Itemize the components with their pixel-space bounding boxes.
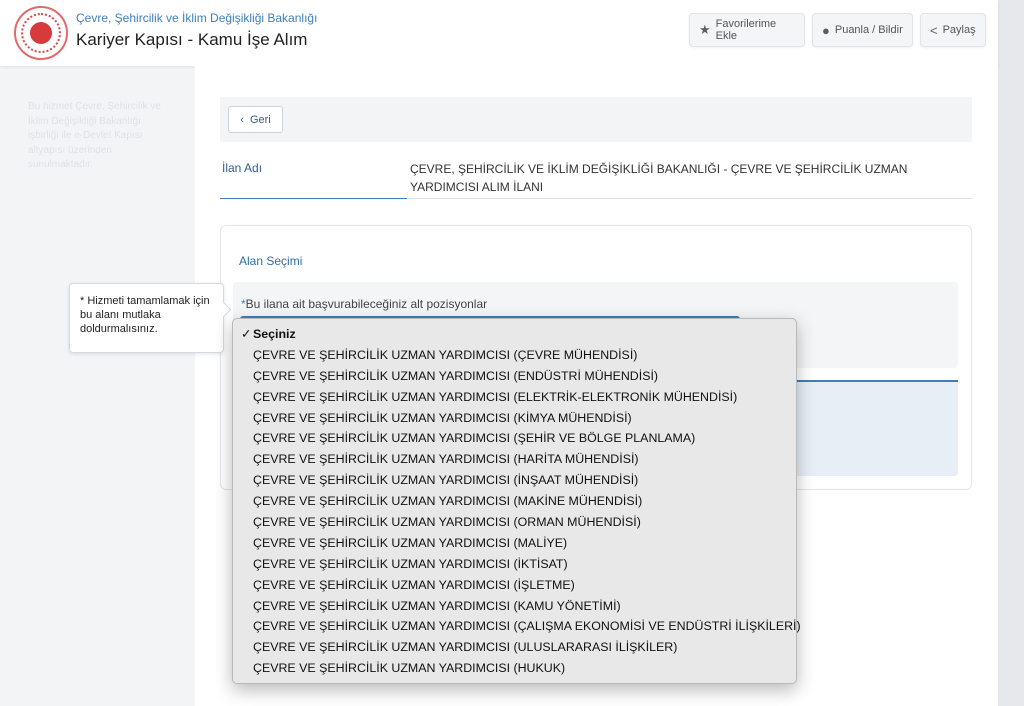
dropdown-option-label: ÇEVRE VE ŞEHİRCİLİK UZMAN YARDIMCISI (ŞE…: [253, 431, 696, 446]
dropdown-option[interactable]: ÇEVRE VE ŞEHİRCİLİK UZMAN YARDIMCISI (OR…: [233, 512, 796, 533]
rate-report-label: Puanla / Bildir: [834, 24, 903, 36]
dropdown-option-label: ÇEVRE VE ŞEHİRCİLİK UZMAN YARDIMCISI (EN…: [253, 368, 659, 383]
dropdown-option-label: ÇEVRE VE ŞEHİRCİLİK UZMAN YARDIMCISI (OR…: [253, 515, 641, 530]
dropdown-option-label: ÇEVRE VE ŞEHİRCİLİK UZMAN YARDIMCISI (HA…: [253, 452, 639, 467]
ilan-name-label: İlan Adı: [222, 161, 263, 175]
checkmark-icon: ✓: [241, 327, 252, 341]
dropdown-option[interactable]: ✓ Seçiniz: [233, 324, 796, 345]
dropdown-option[interactable]: ÇEVRE VE ŞEHİRCİLİK UZMAN YARDIMCISI (KA…: [233, 596, 796, 617]
dropdown-option[interactable]: ÇEVRE VE ŞEHİRCİLİK UZMAN YARDIMCISI (İN…: [233, 470, 796, 491]
asterisk-icon: *: [80, 295, 85, 307]
ministry-name[interactable]: Çevre, Şehircilik ve İklim Değişikliği B…: [76, 11, 317, 25]
dropdown-option[interactable]: ÇEVRE VE ŞEHİRCİLİK UZMAN YARDIMCISI (İK…: [233, 554, 796, 575]
dropdown-option-label: ÇEVRE VE ŞEHİRCİLİK UZMAN YARDIMCISI (Kİ…: [253, 410, 632, 425]
page-header: Çevre, Şehircilik ve İklim Değişikliği B…: [0, 0, 998, 66]
chevron-left-icon: ‹: [240, 113, 244, 126]
required-tooltip-text: Hizmeti tamamlamak için bu alanı mutlaka…: [80, 295, 210, 335]
right-scroll-gutter: [998, 0, 1024, 706]
dropdown-option[interactable]: ÇEVRE VE ŞEHİRCİLİK UZMAN YARDIMCISI (ÇA…: [233, 616, 801, 637]
ilan-label-underline: [220, 198, 407, 199]
dropdown-option-label: ÇEVRE VE ŞEHİRCİLİK UZMAN YARDIMCISI (ÇA…: [253, 619, 801, 634]
dropdown-option-label: ÇEVRE VE ŞEHİRCİLİK UZMAN YARDIMCISI (ÇE…: [253, 347, 638, 362]
speech-bubble-icon: ●: [822, 22, 830, 38]
required-tooltip: * Hizmeti tamamlamak için bu alanı mutla…: [69, 283, 224, 353]
dropdown-option-label: ÇEVRE VE ŞEHİRCİLİK UZMAN YARDIMCISI (HU…: [253, 661, 566, 676]
dropdown-option-label: ÇEVRE VE ŞEHİRCİLİK UZMAN YARDIMCISI (MA…: [253, 494, 643, 509]
dropdown-option[interactable]: ÇEVRE VE ŞEHİRCİLİK UZMAN YARDIMCISI (İŞ…: [233, 575, 796, 596]
service-provider-note: Bu hizmet Çevre, Şehircilik ve İklim Değ…: [28, 101, 161, 170]
dropdown-option[interactable]: ÇEVRE VE ŞEHİRCİLİK UZMAN YARDIMCISI (UL…: [233, 637, 796, 658]
dropdown-option-label: Seçiniz: [253, 327, 296, 341]
rate-report-button[interactable]: ● Puanla / Bildir: [812, 13, 913, 47]
section-title: Alan Seçimi: [239, 254, 303, 268]
add-favorites-label: Favorilerime Ekle: [715, 18, 777, 42]
dropdown-option-label: ÇEVRE VE ŞEHİRCİLİK UZMAN YARDIMCISI (UL…: [253, 640, 678, 655]
logo-core: [30, 22, 52, 44]
dropdown-option-label: ÇEVRE VE ŞEHİRCİLİK UZMAN YARDIMCISI (İN…: [253, 473, 639, 488]
dropdown-option-label: ÇEVRE VE ŞEHİRCİLİK UZMAN YARDIMCISI (İŞ…: [253, 577, 575, 592]
share-button[interactable]: < Paylaş: [920, 13, 986, 47]
star-icon: ★: [699, 22, 711, 37]
back-bar: [220, 97, 972, 142]
position-field-label: *Bu ilana ait başvurabileceğiniz alt poz…: [241, 297, 487, 311]
back-label: Geri: [249, 113, 271, 126]
share-label: Paylaş: [942, 24, 976, 36]
dropdown-option[interactable]: ÇEVRE VE ŞEHİRCİLİK UZMAN YARDIMCISI (Kİ…: [233, 408, 796, 429]
dropdown-option[interactable]: ÇEVRE VE ŞEHİRCİLİK UZMAN YARDIMCISI (HU…: [233, 658, 796, 679]
share-icon: <: [930, 22, 938, 38]
ilan-value-underline: [407, 198, 972, 199]
dropdown-option-label: ÇEVRE VE ŞEHİRCİLİK UZMAN YARDIMCISI (MA…: [253, 535, 568, 550]
position-select-dropdown[interactable]: ✓ Seçiniz ÇEVRE VE ŞEHİRCİLİK UZMAN YARDI…: [232, 318, 801, 684]
back-button[interactable]: ‹ Geri: [228, 106, 283, 133]
ilan-name-value: ÇEVRE, ŞEHİRCİLİK VE İKLİM DEĞİŞİKLİĞİ B…: [410, 162, 908, 194]
service-title: Kariyer Kapısı - Kamu İşe Alım: [76, 30, 308, 49]
dropdown-option[interactable]: ÇEVRE VE ŞEHİRCİLİK UZMAN YARDIMCISI (EN…: [233, 366, 796, 387]
dropdown-option-label: ÇEVRE VE ŞEHİRCİLİK UZMAN YARDIMCISI (EL…: [253, 389, 738, 404]
dropdown-option[interactable]: ÇEVRE VE ŞEHİRCİLİK UZMAN YARDIMCISI (HA…: [233, 449, 796, 470]
dropdown-option-label: ÇEVRE VE ŞEHİRCİLİK UZMAN YARDIMCISI (KA…: [253, 598, 621, 613]
dropdown-option[interactable]: ÇEVRE VE ŞEHİRCİLİK UZMAN YARDIMCISI (ŞE…: [233, 428, 796, 449]
dropdown-option[interactable]: ÇEVRE VE ŞEHİRCİLİK UZMAN YARDIMCISI (MA…: [233, 491, 796, 512]
dropdown-option[interactable]: ÇEVRE VE ŞEHİRCİLİK UZMAN YARDIMCISI (EL…: [233, 387, 796, 408]
position-field-label-text: Bu ilana ait başvurabileceğiniz alt pozi…: [245, 297, 488, 311]
dropdown-option[interactable]: ÇEVRE VE ŞEHİRCİLİK UZMAN YARDIMCISI (MA…: [233, 533, 796, 554]
dropdown-option-label: ÇEVRE VE ŞEHİRCİLİK UZMAN YARDIMCISI (İK…: [253, 556, 568, 571]
ministry-logo-icon[interactable]: [14, 6, 68, 60]
add-favorites-button[interactable]: ★ Favorilerime Ekle: [689, 13, 805, 47]
dropdown-option[interactable]: ÇEVRE VE ŞEHİRCİLİK UZMAN YARDIMCISI (ÇE…: [233, 345, 796, 366]
